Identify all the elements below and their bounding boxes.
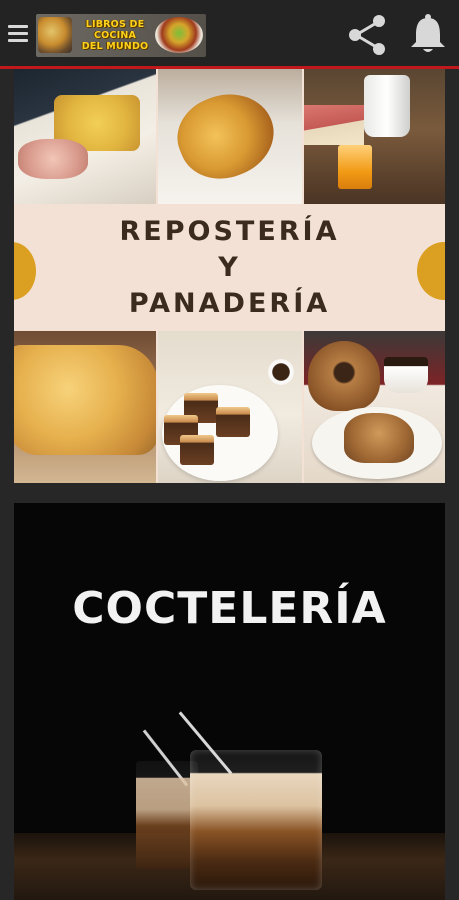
- notification-bell-icon[interactable]: [409, 13, 447, 55]
- photo-pastry-bun: [158, 69, 302, 204]
- category-card-reposteria-panaderia[interactable]: REPOSTERÍA Y PANADERÍA: [14, 69, 445, 483]
- decorative-disc-left: [14, 242, 36, 300]
- hamburger-menu-icon[interactable]: [8, 24, 28, 44]
- logo-salad-image: [155, 17, 203, 53]
- category-title-line-3: PANADERÍA: [128, 287, 331, 319]
- logo-line-2: COCINA: [93, 30, 137, 41]
- photo-bundt-cake: [304, 331, 445, 483]
- decorative-disc-right: [417, 242, 445, 300]
- logo-title: LIBROS DE COCINA DEL MUNDO: [76, 14, 154, 57]
- photo-breakfast-table: [304, 69, 445, 204]
- category-title-line-1: REPOSTERÍA: [119, 215, 340, 247]
- logo-dish-image: [38, 17, 72, 53]
- app-bar: LIBROS DE COCINA DEL MUNDO: [0, 0, 459, 66]
- category-title-line-2: Y: [218, 251, 241, 283]
- category-title: COCTELERÍA: [72, 583, 387, 634]
- logo-line-3: DEL MUNDO: [81, 41, 149, 52]
- photo-breakfast-tray: [14, 69, 156, 204]
- photo-brownies: [158, 331, 302, 483]
- category-card-cocteleria[interactable]: COCTELERÍA: [14, 503, 445, 900]
- logo-line-1: LIBROS DE: [85, 19, 145, 30]
- app-logo: LIBROS DE COCINA DEL MUNDO: [36, 14, 206, 57]
- share-icon[interactable]: [345, 13, 389, 57]
- category-banner: REPOSTERÍA Y PANADERÍA: [14, 204, 445, 331]
- photo-quiche: [14, 331, 156, 483]
- cocktail-glass-back: [136, 761, 198, 869]
- cocktail-glass-front: [190, 750, 322, 890]
